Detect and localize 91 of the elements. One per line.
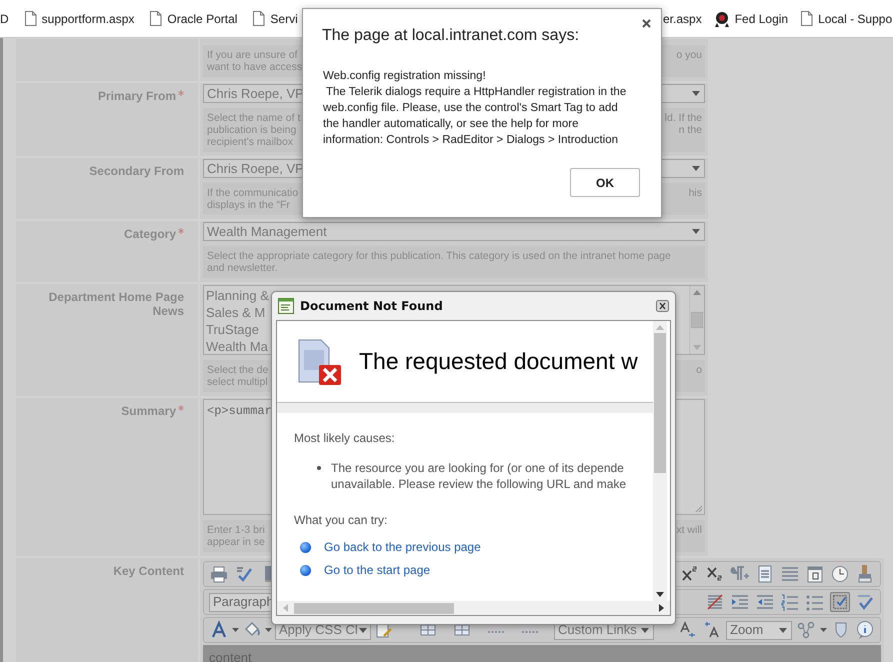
scrollbar-thumb[interactable] [654,333,666,473]
align-left-icon[interactable] [780,564,800,584]
bookmark-link[interactable]: Local - Suppo [800,10,892,28]
help-text: Select the de [207,364,268,376]
strike-table-icon[interactable] [705,592,725,612]
help-text: Select the appropriate category for this publication. This category is used on the intranet home page [207,250,671,262]
scroll-right-icon[interactable] [659,604,664,612]
scroll-up-icon[interactable] [693,290,701,295]
dropdown-arrow-icon[interactable] [691,89,701,98]
clock-icon[interactable] [830,564,850,584]
field-label: Primary From [98,89,176,103]
bookmark-link[interactable]: D [0,10,9,28]
help-text: appear in se [207,536,265,548]
help-text: Enter 1-3 bri [207,524,265,536]
logo-icon [714,10,730,26]
numbered-list-icon[interactable] [780,592,800,612]
caret-icon[interactable] [265,628,272,632]
bookmark-link[interactable]: Fed Login [714,10,788,28]
dialog-title: Document Not Found [300,298,444,315]
scroll-up-icon[interactable] [656,325,664,330]
text-value: <p>summar [207,403,272,420]
help-text: o you [676,49,702,61]
caret-icon[interactable] [232,628,239,632]
help-text: recipient's mailbox [207,136,294,148]
info-icon[interactable] [855,620,875,640]
help-text: n the [678,124,702,136]
help-text: If the communicatio [207,187,298,199]
font-color-icon[interactable] [209,620,229,640]
dropdown-arrow-icon[interactable] [778,626,788,634]
help-text: If you are unsure of [207,49,298,61]
dropdown-arrow-icon[interactable] [358,626,368,634]
dialog-heading: The requested document w [359,347,638,376]
section-heading: Most likely causes: [294,430,396,447]
scroll-left-icon[interactable] [283,604,288,612]
help-text: xt will [676,524,702,536]
document-error-icon [297,338,343,386]
dropdown-arrow-icon[interactable] [640,626,650,634]
page-icon [149,11,162,26]
calendar-icon[interactable] [805,564,825,584]
field-label: Key Content [113,564,184,578]
field-label: Category [124,227,176,241]
link[interactable]: Go to the start page [324,561,430,579]
zoom-dropdown[interactable]: Zoom [726,620,792,640]
cause-text: The resource you are looking for (or one of its depende unavailable. Please review the following URL and make [331,460,626,492]
bullet-icon [317,466,321,470]
help-text: o [696,364,702,376]
ok-button[interactable]: OK [570,168,640,197]
scrollbar-thumb[interactable] [691,312,703,328]
resize-grip-icon[interactable] [695,505,703,513]
caret-icon[interactable] [820,628,827,632]
section-heading: What you can try: [294,512,388,529]
help-text: and newsletter. [207,262,279,274]
alert-message: Web.config registration missing! The Telerik dialogs require a HttpHandler registration in the web.config file. Please, use the control's Smart Tag to add the handler automatically, or see the help for more information: Controls > RadEditor > Dialogs > Introduction [323,69,626,148]
field-label: Department Home Page News [48,290,184,318]
field-label: Summary [121,404,176,418]
link[interactable]: Go back to the previous page [324,538,481,556]
close-icon[interactable] [656,300,669,312]
field-label: Secondary From [89,164,184,178]
bookmark-link[interactable]: Oracle Portal [149,10,238,28]
outdent-icon[interactable] [755,592,775,612]
window-icon [278,298,294,314]
bookmark-link[interactable]: supportform.aspx [24,10,134,28]
help-text: his [688,187,702,199]
module-icon[interactable] [796,620,816,640]
help-text: ld. If the [664,112,702,124]
printer-icon[interactable] [209,564,229,584]
help-text: displays in the “Fr [207,199,291,211]
borders-toggle-icon[interactable] [830,592,850,612]
text-size-icon[interactable] [678,620,698,640]
dropdown-arrow-icon[interactable] [691,227,701,236]
indent-icon[interactable] [730,592,750,612]
page-icon [252,11,266,26]
bullet-icon [300,542,311,552]
scrollbar[interactable] [689,286,704,354]
help-text: select multipl [207,376,268,388]
scroll-down-icon[interactable] [656,592,664,597]
close-icon[interactable] [642,19,651,28]
page-icon [800,11,814,26]
scrollbar[interactable] [277,601,670,615]
bookmark-link[interactable]: er.aspx [663,10,702,28]
alert-title: The page at local.intranet.com says: [322,26,580,46]
spellcheck-icon[interactable] [234,564,254,584]
scrollbar-thumb[interactable] [294,602,454,614]
help-text: publication is being [207,124,298,136]
bookmark-link[interactable]: Servi [252,10,298,28]
dropdown-arrow-icon[interactable] [691,164,701,173]
checkmark-icon[interactable] [855,592,875,612]
help-text: want to have access [207,61,302,73]
scrollbar[interactable] [653,321,667,601]
page-icon [24,11,37,26]
bullet-icon [300,564,311,576]
